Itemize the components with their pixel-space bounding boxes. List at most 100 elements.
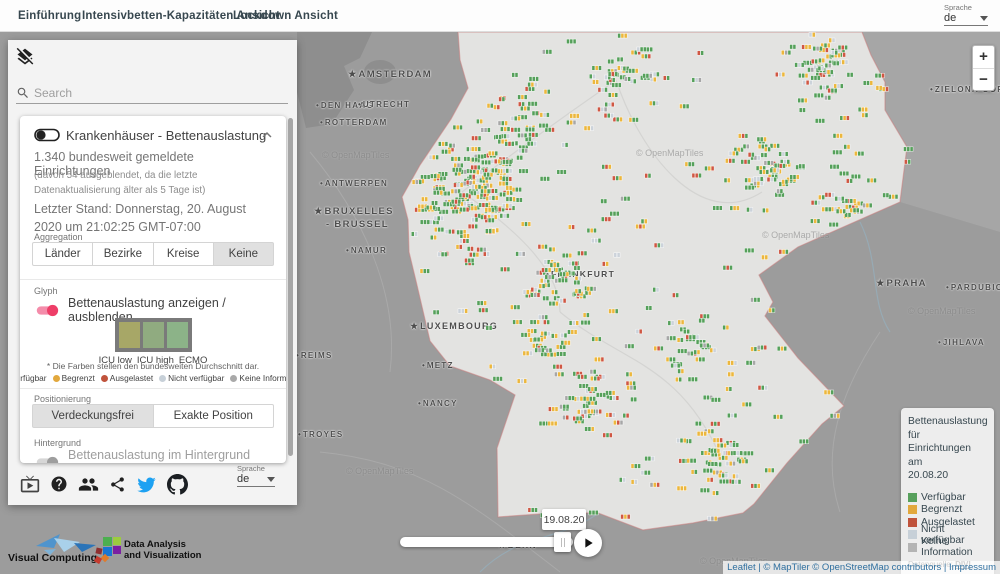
facility-glyph[interactable] [831,50,837,55]
facility-glyph[interactable] [586,397,596,402]
facility-glyph[interactable] [451,157,461,162]
facility-glyph[interactable] [449,143,455,148]
facility-glyph[interactable] [485,208,495,213]
facility-glyph[interactable] [472,217,478,222]
background-visibility-toggle[interactable] [34,456,60,464]
facility-glyph[interactable] [799,108,805,113]
facility-glyph[interactable] [779,250,789,255]
facility-glyph[interactable] [799,439,809,444]
facility-glyph[interactable] [587,287,597,292]
facility-glyph[interactable] [779,164,785,169]
facility-glyph[interactable] [626,381,636,386]
facility-glyph[interactable] [460,207,470,212]
facility-glyph[interactable] [606,391,616,396]
facility-glyph[interactable] [653,287,659,292]
facility-glyph[interactable] [500,267,510,272]
facility-glyph[interactable] [551,334,557,339]
facility-glyph[interactable] [481,189,491,194]
facility-glyph[interactable] [426,205,436,210]
facility-glyph[interactable] [790,45,796,50]
facility-glyph[interactable] [798,98,808,103]
facility-glyph[interactable] [606,413,616,418]
facility-glyph[interactable] [472,136,482,141]
facility-glyph[interactable] [813,46,823,51]
facility-glyph[interactable] [613,420,623,425]
facility-glyph[interactable] [518,102,524,107]
facility-glyph[interactable] [862,113,868,118]
facility-glyph[interactable] [529,133,539,138]
facility-glyph[interactable] [530,293,540,298]
facility-glyph[interactable] [782,180,788,185]
facility-glyph[interactable] [570,114,580,119]
facility-glyph[interactable] [829,222,839,227]
facility-glyph[interactable] [775,72,785,77]
facility-glyph[interactable] [523,351,533,356]
facility-glyph[interactable] [569,321,579,326]
facility-glyph[interactable] [623,413,629,418]
facility-glyph[interactable] [495,135,501,140]
positioning-option-verdeckungsfrei[interactable]: Verdeckungsfrei [32,404,154,428]
facility-glyph[interactable] [531,287,537,292]
facility-glyph[interactable] [757,345,767,350]
facility-glyph[interactable] [577,251,587,256]
facility-glyph[interactable] [459,239,469,244]
facility-glyph[interactable] [479,308,489,313]
facility-glyph[interactable] [456,245,462,250]
facility-glyph[interactable] [538,315,548,320]
facility-glyph[interactable] [742,402,752,407]
facility-glyph[interactable] [711,398,721,403]
facility-glyph[interactable] [608,72,618,77]
facility-glyph[interactable] [528,82,538,87]
facility-glyph[interactable] [703,468,713,473]
facility-glyph[interactable] [643,74,653,79]
facility-glyph[interactable] [486,326,492,331]
facility-glyph[interactable] [451,199,461,204]
facility-glyph[interactable] [469,175,475,180]
facility-glyph[interactable] [598,107,608,112]
facility-glyph[interactable] [654,243,664,248]
facility-glyph[interactable] [499,97,505,102]
facility-glyph[interactable] [518,148,528,153]
facility-glyph[interactable] [700,343,710,348]
facility-glyph[interactable] [846,179,852,184]
facility-glyph[interactable] [808,68,814,73]
facility-glyph[interactable] [513,320,523,325]
facility-glyph[interactable] [609,396,619,401]
facility-glyph[interactable] [479,203,489,208]
facility-glyph[interactable] [802,45,812,50]
facility-glyph[interactable] [834,84,844,89]
facility-glyph[interactable] [666,336,676,341]
facility-glyph[interactable] [759,170,769,175]
facility-glyph[interactable] [483,252,489,257]
facility-glyph[interactable] [708,516,718,521]
facility-glyph[interactable] [539,123,549,128]
zoom-in-button[interactable]: + [973,46,994,68]
facility-glyph[interactable] [538,244,548,249]
facility-glyph[interactable] [850,208,860,213]
facility-glyph[interactable] [561,333,567,338]
facility-glyph[interactable] [825,95,831,100]
facility-glyph[interactable] [688,377,698,382]
facility-glyph[interactable] [713,438,723,443]
facility-glyph[interactable] [819,58,825,63]
facility-glyph[interactable] [747,207,753,212]
facility-glyph[interactable] [835,196,845,201]
facility-glyph[interactable] [675,377,681,382]
search-input[interactable] [34,86,264,100]
facility-glyph[interactable] [777,346,787,351]
facility-glyph[interactable] [545,128,555,133]
facility-glyph[interactable] [506,186,512,191]
facility-glyph[interactable] [697,431,707,436]
facility-glyph[interactable] [863,81,873,86]
facility-glyph[interactable] [433,310,439,315]
facility-glyph[interactable] [503,169,513,174]
facility-glyph[interactable] [548,421,558,426]
facility-glyph[interactable] [589,510,599,515]
facility-glyph[interactable] [712,491,718,496]
facility-glyph[interactable] [795,63,805,68]
facility-glyph[interactable] [584,126,594,131]
facility-glyph[interactable] [566,120,576,125]
facility-glyph[interactable] [556,352,566,357]
facility-glyph[interactable] [592,80,598,85]
facility-glyph[interactable] [840,116,850,121]
